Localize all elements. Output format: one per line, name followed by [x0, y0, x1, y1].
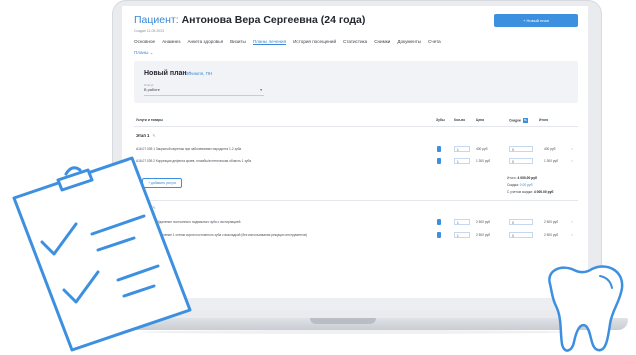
plan-card: Новый план ✎ 30 июля, ПН Статус В работе…	[134, 61, 578, 103]
table-header: Услуги и товары Зубы Кол-во Цена Скидки%…	[134, 118, 578, 124]
discount-input[interactable]: 0	[509, 232, 533, 238]
summary-discount: Скидка: 0.00 руб	[507, 183, 532, 187]
price: 400 руб	[476, 147, 488, 151]
row-total: 2 500 руб	[544, 220, 559, 224]
tab-documents[interactable]: Документы	[397, 39, 421, 45]
table-row: A16.07.039.1 Закрытый кюретаж при заболе…	[134, 146, 578, 154]
title-prefix: Пациент:	[134, 14, 179, 26]
tab-treatment-plans[interactable]: Планы лечения	[252, 39, 287, 45]
discount-input[interactable]: 0	[509, 219, 533, 225]
tabs-bar: Основное Анамнез Анкета здоровья Визиты …	[134, 39, 441, 45]
stage-1-title: Этап 1 ✎	[136, 133, 156, 138]
status-label: Статус	[144, 83, 154, 87]
col-service: Услуги и товары	[136, 118, 164, 122]
tooth-icon[interactable]	[437, 146, 441, 152]
divider	[134, 200, 578, 201]
laptop-notch	[310, 318, 376, 324]
tab-health-form[interactable]: Анкета здоровья	[187, 39, 223, 45]
price: 2 500 руб	[476, 220, 491, 224]
qty-input[interactable]: 1	[454, 219, 470, 225]
close-icon[interactable]: ×	[571, 147, 573, 151]
plan-name-text: Новый план	[144, 70, 187, 77]
col-teeth: Зубы	[436, 118, 445, 122]
divider	[134, 126, 578, 127]
page-title: Пациент: Антонова Вера Сергеевна (24 год…	[134, 14, 365, 26]
tab-visits[interactable]: Визиты	[230, 39, 246, 45]
qty-input[interactable]: 1	[454, 232, 470, 238]
tab-basic[interactable]: Основное	[134, 39, 155, 45]
summary-total-label: Итого:	[507, 176, 517, 180]
table-row: A16.07.001.03 Удаление постоянного подви…	[134, 219, 578, 227]
row-total: 400 руб	[544, 147, 556, 151]
clipboard-checklist-icon	[12, 156, 192, 352]
tooth-icon[interactable]	[437, 158, 441, 164]
col-price: Цена	[476, 118, 485, 122]
row-total: 1 300 руб	[544, 159, 559, 163]
summary-total: Итого: 4 000.00 руб	[507, 176, 537, 180]
tab-visit-history[interactable]: История посещений	[293, 39, 336, 45]
summary-total-value: 4 000.00 руб	[517, 176, 538, 180]
tooth-icon[interactable]	[437, 232, 441, 238]
qty-input[interactable]: 1	[454, 146, 470, 152]
price: 2 500 руб	[476, 233, 491, 237]
discount-input[interactable]: 0	[509, 146, 533, 152]
summary-discount-value: 0.00 руб	[519, 183, 533, 187]
laptop-shadow	[140, 330, 570, 334]
plan-date[interactable]: 30 июля, ПН	[186, 71, 212, 76]
tooth-illustration-icon	[548, 265, 624, 352]
patient-name: Антонова Вера Сергеевна (24 года)	[181, 14, 366, 26]
new-plan-button[interactable]: + Новый план	[494, 14, 578, 27]
col-discount-label: Скидки	[509, 118, 521, 123]
close-icon[interactable]: ×	[571, 233, 573, 237]
summary-with-discount: С учетом скидки: 4 000.00 руб	[507, 190, 553, 194]
table-row: A16.07.001.04 Удаление 1 стенки корня по…	[134, 232, 578, 240]
table-row: A16.07.039.2 Коррекция дефекта краев, пл…	[134, 158, 578, 166]
plans-dropdown[interactable]: Планы ⌄	[134, 50, 154, 56]
status-select[interactable]: В работе ▾	[144, 88, 264, 96]
tab-xrays[interactable]: Снимки	[374, 39, 390, 45]
tab-invoices[interactable]: Счета	[428, 39, 441, 45]
close-icon[interactable]: ×	[571, 220, 573, 224]
summary-with-discount-value: 4 000.00 руб	[533, 190, 554, 194]
status-value: В работе	[144, 88, 160, 92]
row-total: 2 500 руб	[544, 233, 559, 237]
created-date: Создан 11.05.2023	[134, 29, 165, 33]
chevron-down-icon: ▾	[260, 88, 262, 92]
discount-percent-button[interactable]: %	[522, 118, 528, 123]
tab-statistics[interactable]: Статистика	[343, 39, 367, 45]
tab-anamnesis[interactable]: Анамнез	[162, 39, 180, 45]
summary-discount-label: Скидка:	[507, 183, 519, 187]
discount-input[interactable]: 0	[509, 158, 533, 164]
col-discount: Скидки%	[509, 118, 528, 123]
col-qty: Кол-во	[454, 118, 466, 122]
stage-1-label: Этап 1	[136, 133, 150, 138]
col-total: Итого	[539, 118, 549, 122]
pencil-icon[interactable]: ✎	[152, 133, 156, 138]
qty-input[interactable]: 1	[454, 158, 470, 164]
close-icon[interactable]: ×	[571, 159, 573, 163]
tooth-icon[interactable]	[437, 219, 441, 225]
price: 1 300 руб	[476, 159, 491, 163]
summary-with-discount-label: С учетом скидки:	[507, 190, 533, 194]
